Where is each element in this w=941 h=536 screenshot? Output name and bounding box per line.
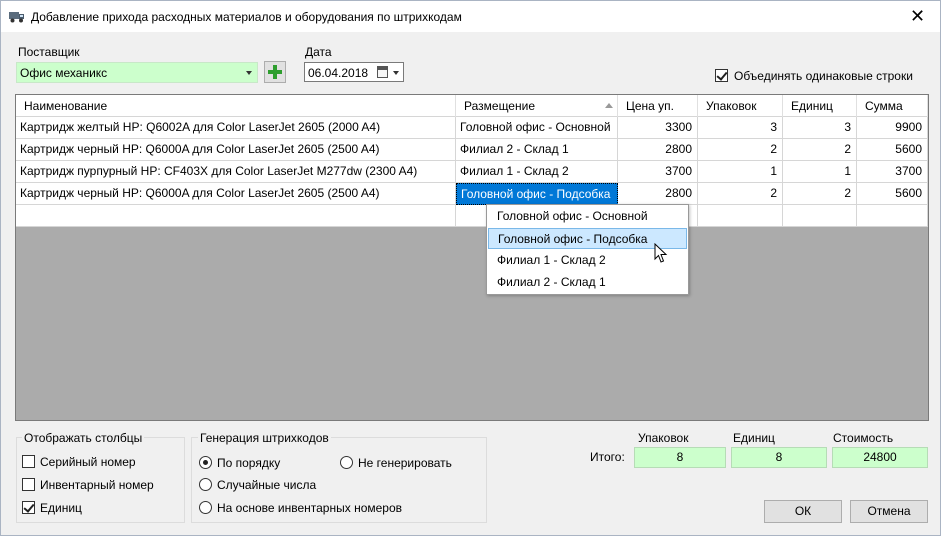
- chevron-down-icon[interactable]: [393, 71, 399, 75]
- window-title: Добавление прихода расходных материалов …: [31, 10, 462, 24]
- supplier-label: Поставщик: [18, 45, 80, 59]
- dropdown-option[interactable]: Филиал 2 - Склад 1: [488, 272, 687, 293]
- cell-units[interactable]: 1: [783, 161, 857, 183]
- table-row[interactable]: Картридж черный HP: Q6000A для Color Las…: [16, 183, 928, 205]
- radio-sequential[interactable]: [199, 456, 212, 469]
- total-units-label: Единиц: [733, 431, 775, 445]
- inventory-number-label: Инвентарный номер: [40, 478, 154, 492]
- cell-sum[interactable]: 5600: [857, 183, 928, 205]
- cell-units[interactable]: 2: [783, 139, 857, 161]
- merge-rows-label: Объединять одинаковые строки: [734, 69, 913, 83]
- total-cost-label: Стоимость: [833, 431, 894, 445]
- show-columns-title: Отображать столбцы: [22, 431, 145, 445]
- column-header-units[interactable]: Единиц: [783, 95, 857, 117]
- date-value: 06.04.2018: [308, 66, 369, 80]
- totals-label: Итого:: [590, 450, 625, 464]
- grid-header: Наименование Размещение Цена уп. Упаково…: [16, 95, 928, 117]
- cell-placement[interactable]: Филиал 2 - Склад 1: [456, 139, 618, 161]
- cell-placement[interactable]: Головной офис - Основной: [456, 117, 618, 139]
- cell-price[interactable]: 3300: [618, 117, 698, 139]
- units-checkbox[interactable]: [22, 501, 35, 514]
- cell-name[interactable]: Картридж пурпурный HP: CF403X для Color …: [16, 161, 456, 183]
- cell-units[interactable]: 3: [783, 117, 857, 139]
- cell-packages-empty[interactable]: [698, 205, 783, 227]
- cell-placement[interactable]: Филиал 1 - Склад 2: [456, 161, 618, 183]
- serial-number-label: Серийный номер: [40, 455, 136, 469]
- radio-no-generate-label: Не генерировать: [358, 456, 452, 470]
- cell-name[interactable]: Картридж черный HP: Q6000A для Color Las…: [16, 183, 456, 205]
- total-units-value: 8: [731, 447, 827, 468]
- barcode-generation-title: Генерация штрихкодов: [198, 431, 331, 445]
- cell-placement-selected[interactable]: Головной офис - Подсобка: [456, 183, 618, 205]
- date-label: Дата: [305, 45, 332, 59]
- calendar-icon[interactable]: [377, 66, 388, 78]
- ok-button[interactable]: ОК: [764, 500, 842, 523]
- cell-sum[interactable]: 5600: [857, 139, 928, 161]
- supplier-combobox[interactable]: Офис механикс: [16, 62, 258, 83]
- radio-inventory-based[interactable]: [199, 501, 212, 514]
- new-row[interactable]: [16, 205, 928, 227]
- chevron-down-icon: [246, 71, 252, 75]
- date-picker[interactable]: 06.04.2018: [304, 62, 404, 82]
- cell-packages[interactable]: 3: [698, 117, 783, 139]
- column-header-packages[interactable]: Упаковок: [698, 95, 783, 117]
- radio-sequential-label: По порядку: [217, 456, 281, 470]
- radio-inventory-based-label: На основе инвентарных номеров: [217, 501, 403, 515]
- sort-ascending-icon: [605, 103, 613, 108]
- dropdown-option[interactable]: Головной офис - Основной: [488, 206, 687, 227]
- dialog-window: Добавление прихода расходных материалов …: [0, 0, 941, 536]
- cell-sum[interactable]: 9900: [857, 117, 928, 139]
- title-bar: Добавление прихода расходных материалов …: [1, 1, 940, 32]
- column-header-placement[interactable]: Размещение: [456, 95, 618, 117]
- cell-sum[interactable]: 3700: [857, 161, 928, 183]
- column-header-price[interactable]: Цена уп.: [618, 95, 698, 117]
- cell-price[interactable]: 2800: [618, 183, 698, 205]
- cell-units[interactable]: 2: [783, 183, 857, 205]
- cell-price[interactable]: 3700: [618, 161, 698, 183]
- truck-icon: [9, 12, 24, 23]
- total-packages-value: 8: [634, 447, 726, 468]
- add-supplier-button[interactable]: [264, 61, 286, 83]
- inventory-number-checkbox[interactable]: [22, 478, 35, 491]
- cell-name[interactable]: Картридж желтый HP: Q6002A для Color Las…: [16, 117, 456, 139]
- cell-packages[interactable]: 2: [698, 139, 783, 161]
- total-cost-value: 24800: [832, 447, 928, 468]
- plus-icon: [268, 65, 282, 79]
- cell-units-empty[interactable]: [783, 205, 857, 227]
- cell-price[interactable]: 2800: [618, 139, 698, 161]
- mouse-cursor-icon: [654, 243, 668, 263]
- table-row[interactable]: Картридж черный HP: Q6000A для Color Las…: [16, 139, 928, 161]
- merge-rows-checkbox[interactable]: [715, 69, 728, 82]
- total-packages-label: Упаковок: [638, 431, 689, 445]
- radio-random-label: Случайные числа: [217, 478, 317, 492]
- cell-packages[interactable]: 2: [698, 183, 783, 205]
- radio-random[interactable]: [199, 478, 212, 491]
- column-header-placement-label: Размещение: [464, 99, 535, 113]
- cell-packages[interactable]: 1: [698, 161, 783, 183]
- serial-number-checkbox[interactable]: [22, 455, 35, 468]
- cell-name-empty[interactable]: [16, 205, 456, 227]
- units-label: Единиц: [40, 501, 82, 515]
- cell-name[interactable]: Картридж черный HP: Q6000A для Color Las…: [16, 139, 456, 161]
- items-grid[interactable]: Наименование Размещение Цена уп. Упаково…: [15, 94, 929, 421]
- cancel-button[interactable]: Отмена: [850, 500, 928, 523]
- table-row[interactable]: Картридж пурпурный HP: CF403X для Color …: [16, 161, 928, 183]
- column-header-sum[interactable]: Сумма: [857, 95, 928, 117]
- cell-sum-empty[interactable]: [857, 205, 928, 227]
- close-icon[interactable]: ✕: [895, 1, 940, 32]
- supplier-value: Офис механикс: [20, 66, 108, 80]
- table-row[interactable]: Картридж желтый HP: Q6002A для Color Las…: [16, 117, 928, 139]
- radio-no-generate[interactable]: [340, 456, 353, 469]
- column-header-name[interactable]: Наименование: [16, 95, 456, 117]
